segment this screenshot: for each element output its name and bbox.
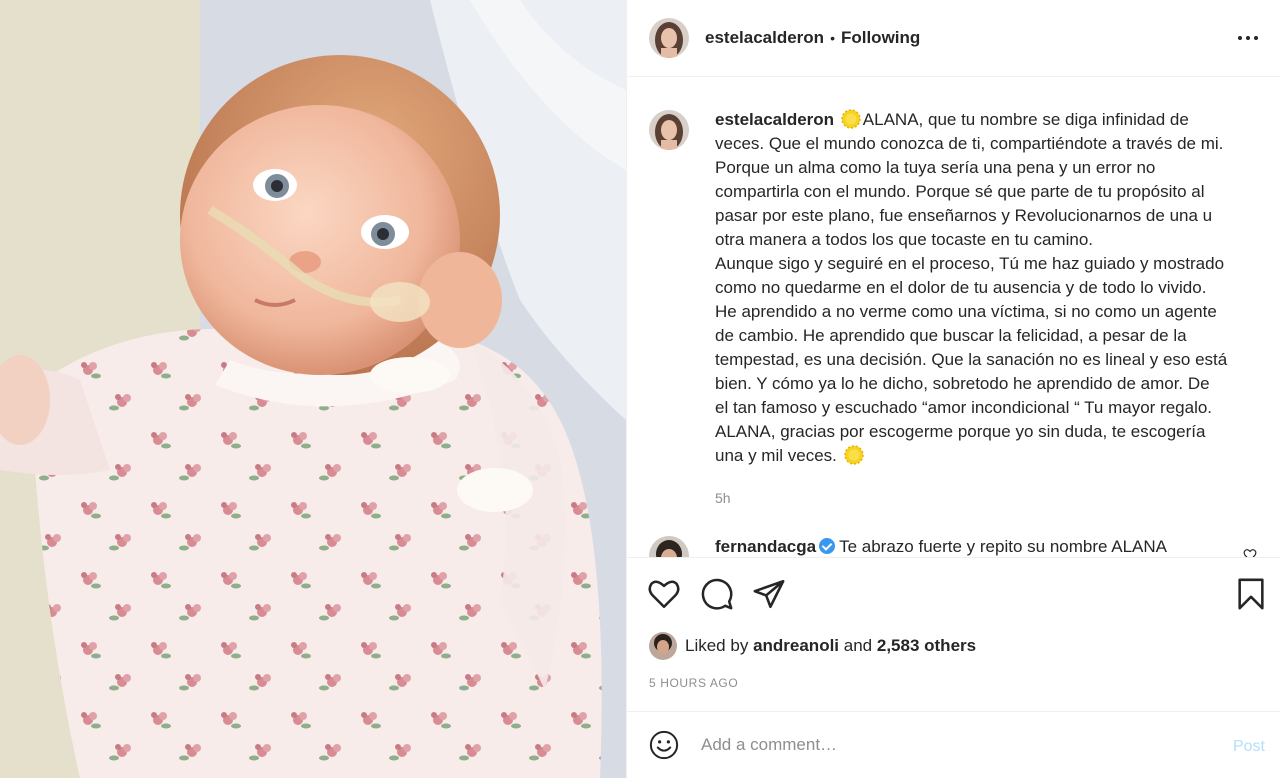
commenter-username[interactable]: fernandacga xyxy=(715,537,816,556)
header-separator: • xyxy=(830,30,835,46)
caption-line: tempestad, es una decisión. Que la sanac… xyxy=(715,350,1228,369)
commenter-avatar[interactable] xyxy=(649,536,689,557)
caption-line: de cambio. He aprendido que buscar la fe… xyxy=(715,326,1187,345)
caption-author-avatar[interactable] xyxy=(649,110,689,150)
comment-text: Te abrazo fuerte y repito su nombre ALAN… xyxy=(839,537,1167,556)
post-header: estelacalderon • Following xyxy=(627,0,1280,77)
likes-text: Liked by andreanoli and 2,583 others xyxy=(685,636,976,656)
heart-icon[interactable] xyxy=(647,577,681,611)
caption-line: el tan famoso y escuchado “amor incondic… xyxy=(715,398,1213,417)
comment-icon[interactable] xyxy=(700,577,734,611)
caption-timestamp[interactable]: 5h xyxy=(715,486,1269,510)
liked-by-prefix: Liked by xyxy=(685,636,749,655)
comments-list[interactable]: estelacalderon ALANA, que tu nombre se d… xyxy=(627,78,1280,557)
caption-line: bien. Y cómo ya lo he dicho, sobretodo h… xyxy=(715,374,1210,393)
add-comment-bar: Post xyxy=(627,711,1280,778)
liker-avatar[interactable] xyxy=(649,632,677,660)
author-avatar[interactable] xyxy=(649,18,689,58)
caption-line: veces. Que el mundo conozca de ti, compa… xyxy=(715,134,1224,153)
likes-summary: Liked by andreanoli and 2,583 others xyxy=(649,632,976,660)
post-comment-button[interactable]: Post xyxy=(1233,738,1265,756)
comment-body: fernandacga Te abrazo fuerte y repito su … xyxy=(715,535,1167,557)
caption-text-block: estelacalderon ALANA, que tu nombre se d… xyxy=(715,108,1269,510)
caption-line-last: una y mil veces. xyxy=(715,444,1269,468)
caption-line-0: estelacalderon ALANA, que tu nombre se d… xyxy=(715,108,1269,132)
verified-badge-icon xyxy=(819,538,836,554)
caption-line: como no quedarme en el dolor de tu ausen… xyxy=(715,278,1207,297)
post-actions xyxy=(627,557,1280,631)
post-photo[interactable] xyxy=(0,0,626,778)
caption-line: pasar por este plano, fue enseñarnos y R… xyxy=(715,206,1213,225)
author-username[interactable]: estelacalderon xyxy=(705,28,824,48)
more-options-icon[interactable] xyxy=(1235,26,1261,50)
caption-line: Porque un alma como la tuya sería una pe… xyxy=(715,158,1156,177)
caption-text: una y mil veces. xyxy=(715,446,837,465)
liked-by-and: and xyxy=(843,636,873,655)
comment-like-icon[interactable] xyxy=(1243,548,1257,557)
caption-line: ALANA, gracias por escogerme porque yo s… xyxy=(715,422,1206,441)
comment-item: fernandacga Te abrazo fuerte y repito su … xyxy=(649,536,1269,557)
liked-by-others[interactable]: 2,583 others xyxy=(877,636,976,655)
post-timestamp[interactable]: 5 HOURS AGO xyxy=(649,676,738,690)
caption-text: ALANA, que tu nombre se diga infinidad d… xyxy=(862,110,1189,129)
bookmark-icon[interactable] xyxy=(1234,577,1268,611)
caption-line: He aprendido a no verme como una víctima… xyxy=(715,302,1217,321)
sun-emoji-icon xyxy=(841,109,861,129)
paper-plane-icon[interactable] xyxy=(752,577,786,611)
add-comment-input[interactable] xyxy=(701,735,1201,755)
post-sidebar: estelacalderon • Following estelacaldero… xyxy=(626,0,1280,778)
caption-line: Aunque sigo y seguiré en el proceso, Tú … xyxy=(715,254,1225,273)
caption-line: otra manera a todos los que tocaste en t… xyxy=(715,230,1094,249)
caption-line: compartirla con el mundo. Porque sé que … xyxy=(715,182,1205,201)
baby-photo-illustration xyxy=(0,0,626,778)
caption-username[interactable]: estelacalderon xyxy=(715,110,834,129)
following-button[interactable]: Following xyxy=(841,28,920,48)
emoji-icon[interactable] xyxy=(649,730,679,760)
sun-emoji-icon xyxy=(843,445,864,465)
post-caption: estelacalderon ALANA, que tu nombre se d… xyxy=(649,108,1269,510)
liked-by-user[interactable]: andreanoli xyxy=(753,636,839,655)
